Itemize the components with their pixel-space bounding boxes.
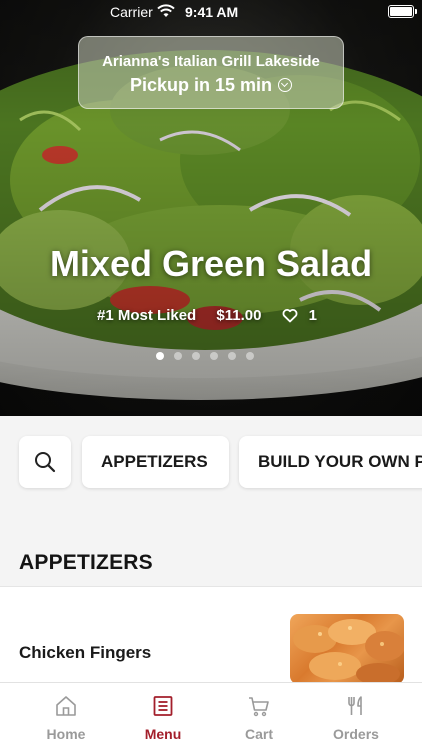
category-bar: APPETIZERS BUILD YOUR OWN PIZZA [0,416,422,510]
wifi-icon [157,4,175,17]
tab-label: Cart [244,726,273,742]
location-selector[interactable]: Arianna's Italian Grill Lakeside Pickup … [78,36,344,109]
featured-dish-meta: #1 Most Liked $11.00 1 [0,306,422,324]
menu-item-photo [290,614,404,684]
status-bar: Carrier 9:41 AM [0,0,422,24]
menu-icon [153,696,173,716]
menu-item-list: Chicken Fingers [0,586,422,686]
menu-item-name: Chicken Fingers [19,643,152,662]
like-count-value: 1 [308,306,317,324]
pickup-time-row: Pickup in 15 min [79,75,343,96]
restaurant-name: Arianna's Italian Grill Lakeside [102,53,320,70]
battery-icon [388,5,417,18]
carrier-label: Carrier [110,4,153,20]
tab-label: Home [46,726,86,742]
heart-icon [282,308,298,323]
tab-label: Menu [144,726,182,742]
carousel-dot[interactable] [174,352,182,360]
cart-icon [249,697,269,717]
carousel-dot[interactable] [210,352,218,360]
search-button[interactable] [19,436,71,488]
category-chip-build-your-own[interactable]: BUILD YOUR OWN PIZZA [239,436,422,488]
featured-carousel[interactable]: Carrier 9:41 AM Arianna's Italian Grill … [0,0,422,416]
tab-cart[interactable]: Cart [211,683,307,750]
fork-knife-icon [348,696,362,715]
carousel-page-indicator [156,352,266,360]
app-screen: Carrier 9:41 AM Arianna's Italian Grill … [0,0,422,750]
carousel-dot[interactable] [156,352,164,360]
carousel-dot[interactable] [192,352,200,360]
section-title: APPETIZERS [19,551,153,574]
home-icon [56,696,76,716]
tab-label: Orders [333,726,379,742]
category-chip-appetizers[interactable]: APPETIZERS [82,436,229,488]
featured-price: $11.00 [216,306,262,324]
tab-orders[interactable]: Orders [308,683,404,750]
like-count[interactable]: 1 [282,306,325,324]
tab-menu[interactable]: Menu [115,683,211,750]
tab-home[interactable]: Home [18,683,114,750]
carousel-dot[interactable] [246,352,254,360]
bottom-tab-bar: Home Menu Cart Orders [0,682,422,750]
featured-dish-title: Mixed Green Salad [49,243,373,284]
search-icon [35,452,56,473]
clock-time: 9:41 AM [185,4,239,20]
carousel-dot[interactable] [228,352,236,360]
chevron-down-circle-icon [278,78,293,92]
pickup-time-label: Pickup in 15 min [129,75,273,95]
most-liked-badge: #1 Most Liked [97,306,197,324]
